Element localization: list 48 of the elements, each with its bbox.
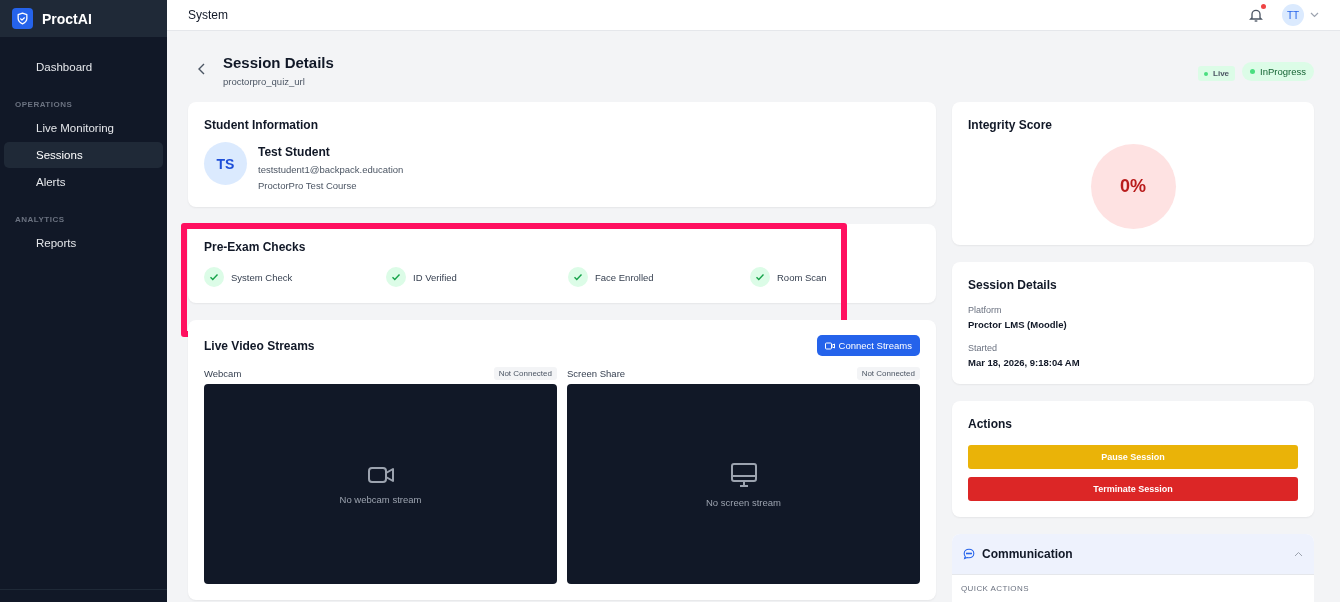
app-name: ProctAI <box>42 10 92 27</box>
sidebar-item[interactable]: Dashboard <box>4 54 163 80</box>
student-course: ProctorPro Test Course <box>258 180 358 191</box>
user-avatar[interactable]: TT <box>1282 4 1304 26</box>
field-label: Started <box>968 343 999 353</box>
stream-label: Webcam <box>204 368 242 379</box>
check-label: Face Enrolled <box>595 271 654 283</box>
card-title: Student Information <box>204 118 319 132</box>
sidebar-item[interactable]: Reports <box>4 230 163 256</box>
nav-section-heading: ANALYTICS <box>14 214 66 226</box>
shield-logo-icon <box>12 8 33 29</box>
card-title: Pre-Exam Checks <box>204 240 307 254</box>
field-label: Platform <box>968 305 1003 315</box>
page-title: Session Details <box>223 54 334 71</box>
connect-streams-button[interactable]: Connect Streams <box>816 335 920 356</box>
card-title: Integrity Score <box>968 118 1054 132</box>
empty-stream-text: No screen stream <box>706 496 781 508</box>
field-value: Mar 18, 2026, 9:18:04 AM <box>968 357 1081 368</box>
student-avatar: TS <box>204 142 247 185</box>
check-label: System Check <box>231 271 293 283</box>
monitor-icon <box>729 460 758 489</box>
check-label: ID Verified <box>413 271 457 283</box>
chat-bubble-icon <box>963 548 975 560</box>
score-circle: 0% <box>1090 144 1176 229</box>
nav-section-heading: OPERATIONS <box>14 99 74 111</box>
check-label: Room Scan <box>777 271 827 283</box>
card-title: Actions <box>968 417 1013 431</box>
video-camera-icon <box>824 341 835 350</box>
terminate-button[interactable]: Terminate Session <box>968 477 1298 501</box>
student-email: teststudent1@backpack.education <box>258 164 404 175</box>
section-label: QUICK ACTIONS <box>960 583 1030 595</box>
status-badge: Live <box>1198 66 1236 81</box>
status-badge: InProgress <box>1242 61 1314 81</box>
card-title: Live Video Streams <box>204 338 315 353</box>
header-title: System <box>188 8 229 22</box>
card-title: Session Details <box>968 278 1058 292</box>
sidebar-item[interactable]: Sessions <box>4 142 163 168</box>
empty-stream-text: No webcam stream <box>339 493 422 505</box>
sidebar-item[interactable]: Alerts <box>4 169 163 195</box>
connection-status: Not Connected <box>856 367 920 380</box>
student-name: Test Student <box>258 145 331 159</box>
stream-label: Screen Share <box>567 368 626 379</box>
notification-bell-icon[interactable] <box>1248 7 1264 23</box>
page-subtitle: proctorpro_quiz_url <box>223 76 306 87</box>
field-value: Proctor LMS (Moodle) <box>968 319 1068 330</box>
sidebar-item[interactable]: Live Monitoring <box>4 115 163 141</box>
panel-title: Communication <box>982 547 1074 561</box>
connection-status: Not Connected <box>493 367 557 380</box>
